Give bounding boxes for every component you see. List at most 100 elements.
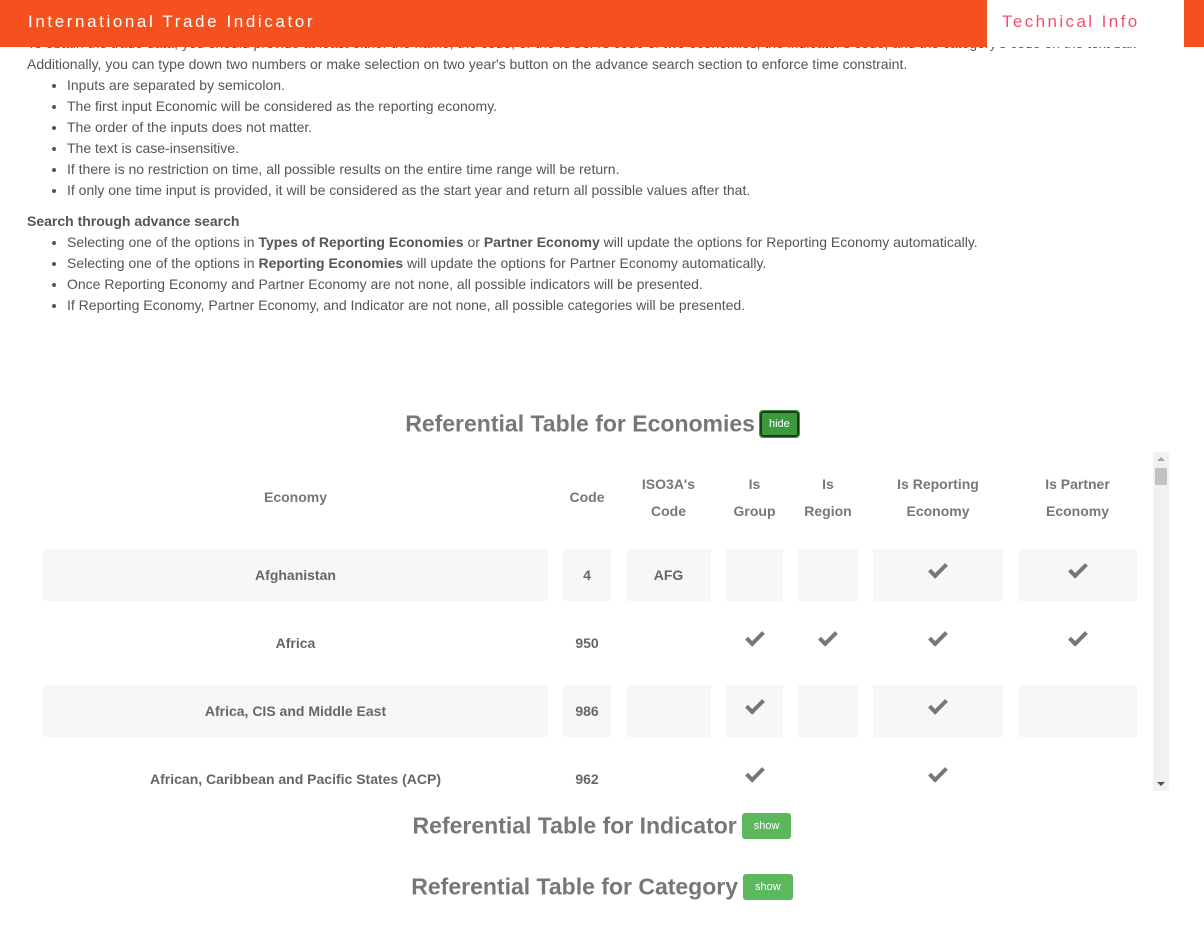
cell-is-reporting bbox=[873, 685, 1003, 737]
cell-name: Africa, CIS and Middle East bbox=[43, 685, 548, 737]
list-item: The text is case-insensitive. bbox=[67, 138, 1177, 159]
column-header: Code bbox=[563, 452, 611, 533]
input-rules-list: Inputs are separated by semicolon. The f… bbox=[67, 75, 1177, 201]
checkmark-icon bbox=[1067, 558, 1089, 586]
column-header: Is Region bbox=[798, 452, 858, 533]
cell-is-group bbox=[726, 685, 783, 737]
cell-code: 962 bbox=[575, 771, 599, 787]
list-item: Once Reporting Economy and Partner Econo… bbox=[67, 274, 1177, 295]
advance-search-list: Selecting one of the options in Types of… bbox=[67, 232, 1177, 316]
table-row[interactable]: African, Caribbean and Pacific States (A… bbox=[43, 753, 1137, 791]
checkmark-icon bbox=[744, 626, 766, 654]
technical-info-tab[interactable]: Technical Info bbox=[987, 0, 1184, 47]
header-text: Region bbox=[804, 502, 852, 519]
list-item: Inputs are separated by semicolon. bbox=[67, 75, 1177, 96]
header-text: Economy bbox=[906, 502, 970, 519]
checkmark-icon bbox=[927, 626, 949, 654]
text: Selecting one of the options in bbox=[67, 255, 259, 271]
scroll-down-arrow-icon[interactable] bbox=[1157, 782, 1165, 786]
checkmark-icon bbox=[1067, 626, 1089, 654]
checkmark-icon bbox=[927, 694, 949, 722]
cell-is-reporting bbox=[873, 617, 1003, 669]
table-row[interactable]: Afghanistan 4 AFG bbox=[43, 549, 1137, 601]
header-text: Code bbox=[651, 502, 686, 519]
column-header: Economy bbox=[43, 452, 548, 533]
checkmark-icon bbox=[927, 762, 949, 790]
checkmark-icon bbox=[817, 626, 839, 654]
scroll-up-arrow-icon[interactable] bbox=[1157, 457, 1165, 461]
header-text: Is bbox=[748, 475, 761, 492]
text: or bbox=[463, 234, 484, 250]
table-row[interactable]: Africa 950 bbox=[43, 617, 1137, 669]
column-header: Is Reporting Economy bbox=[873, 452, 1003, 533]
checkmark-icon bbox=[744, 762, 766, 790]
cell-name: Afghanistan bbox=[43, 549, 548, 601]
cell-iso: AFG bbox=[626, 549, 711, 601]
cell-is-region bbox=[798, 617, 858, 669]
hide-economies-button[interactable]: hide bbox=[758, 409, 800, 438]
cell-is-group bbox=[726, 753, 783, 791]
economies-section-title: Referential Table for Economies hide bbox=[0, 409, 1204, 438]
show-indicator-button[interactable]: show bbox=[741, 812, 792, 839]
header-text: Is Reporting bbox=[897, 475, 979, 492]
header-text: Economy bbox=[263, 489, 327, 505]
cell-iso bbox=[626, 685, 711, 737]
table-scrollbar[interactable] bbox=[1153, 452, 1169, 791]
cell-is-region bbox=[798, 549, 858, 601]
cell-iso bbox=[626, 617, 711, 669]
category-section-title: Referential Table for Category show bbox=[0, 872, 1204, 900]
show-category-button[interactable]: show bbox=[743, 873, 793, 900]
text: Reporting Economies bbox=[258, 255, 404, 271]
list-item: Selecting one of the options in Reportin… bbox=[67, 253, 1177, 274]
cell-is-partner bbox=[1018, 617, 1137, 669]
top-navbar: International Trade Indicator Technical … bbox=[0, 0, 1204, 47]
list-item: If only one time input is provided, it w… bbox=[67, 180, 1177, 201]
header-text: ISO3A's bbox=[641, 475, 696, 492]
economies-table: Economy Code ISO3A's Code Is Group Is Region Is … bbox=[28, 452, 1152, 791]
header-text: Group bbox=[733, 502, 776, 519]
text: will update the options for Reporting Ec… bbox=[599, 234, 978, 250]
cell-is-reporting bbox=[873, 753, 1003, 791]
cell-is-reporting bbox=[873, 549, 1003, 601]
cell-name: Africa bbox=[275, 635, 316, 651]
cell-is-partner bbox=[1018, 753, 1137, 791]
text: Partner Economy bbox=[483, 234, 600, 250]
cell-code: 4 bbox=[563, 549, 611, 601]
cell-is-group bbox=[726, 617, 783, 669]
cell-iso bbox=[626, 753, 711, 791]
cell-is-partner bbox=[1018, 549, 1137, 601]
column-header: Is Group bbox=[726, 452, 783, 533]
header-text: Economy bbox=[1045, 502, 1109, 519]
text: Selecting one of the options in bbox=[67, 234, 259, 250]
table-row[interactable]: Africa, CIS and Middle East 986 bbox=[43, 685, 1137, 737]
cell-name: African, Caribbean and Pacific States (A… bbox=[150, 771, 441, 787]
cell-is-partner bbox=[1018, 685, 1137, 737]
section-title: Referential Table for Economies bbox=[405, 410, 755, 437]
cell-is-region bbox=[798, 685, 858, 737]
instructions: To obtain the trade data, you should pro… bbox=[27, 33, 1177, 316]
cell-code: 950 bbox=[575, 635, 599, 651]
cell-is-region bbox=[798, 753, 858, 791]
list-item: If Reporting Economy, Partner Economy, a… bbox=[67, 295, 1177, 316]
app-title[interactable]: International Trade Indicator bbox=[28, 12, 315, 32]
list-item: If there is no restriction on time, all … bbox=[67, 159, 1177, 180]
section-title: Referential Table for Category bbox=[411, 873, 739, 900]
scrollbar-thumb[interactable] bbox=[1155, 468, 1167, 485]
list-item: Selecting one of the options in Types of… bbox=[67, 232, 1177, 253]
list-item: The order of the inputs does not matter. bbox=[67, 117, 1177, 138]
cell-code: 986 bbox=[563, 685, 611, 737]
text: Types of Reporting Economies bbox=[258, 234, 464, 250]
text: will update the options for Partner Econ… bbox=[403, 255, 767, 271]
header-text: Is bbox=[822, 475, 834, 492]
advance-search-heading: Search through advance search bbox=[27, 213, 240, 229]
section-title: Referential Table for Indicator bbox=[412, 812, 737, 839]
header-text: Is Partner bbox=[1045, 475, 1110, 492]
indicator-section-title: Referential Table for Indicator show bbox=[0, 811, 1204, 839]
list-item: The first input Economic will be conside… bbox=[67, 96, 1177, 117]
column-header: ISO3A's Code bbox=[626, 452, 711, 533]
column-header: Is Partner Economy bbox=[1018, 452, 1137, 533]
economies-table-container[interactable]: Economy Code ISO3A's Code Is Group Is Region Is … bbox=[28, 452, 1170, 791]
checkmark-icon bbox=[744, 694, 766, 722]
cell-is-group bbox=[726, 549, 783, 601]
checkmark-icon bbox=[927, 558, 949, 586]
